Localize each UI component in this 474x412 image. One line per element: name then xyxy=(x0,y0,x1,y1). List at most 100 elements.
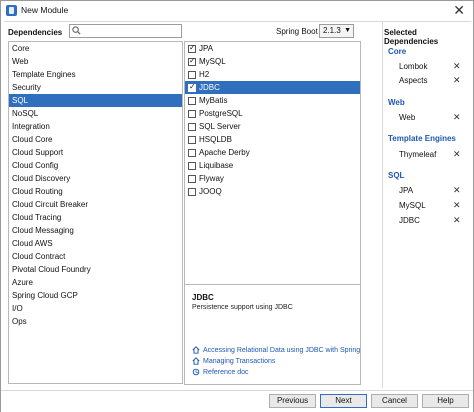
selected-item-aspects: Aspects xyxy=(399,76,428,85)
dependency-label: SQL Server xyxy=(199,122,241,131)
category-item[interactable]: Cloud Routing xyxy=(9,185,182,198)
dependency-checkbox[interactable] xyxy=(188,96,196,105)
dependency-label: H2 xyxy=(199,70,210,79)
category-item[interactable]: Template Engines xyxy=(9,68,182,81)
spring-boot-version-select[interactable]: 2.1.3 ▼ xyxy=(319,24,354,38)
dependency-row[interactable]: JDBC xyxy=(185,81,360,94)
remove-lombok-icon[interactable]: ✕ xyxy=(453,61,461,72)
category-item[interactable]: Cloud AWS xyxy=(9,237,182,250)
chevron-down-icon: ▼ xyxy=(344,27,351,34)
dependency-label: JOOQ xyxy=(199,187,222,196)
dependency-label: MySQL xyxy=(199,57,226,66)
category-item[interactable]: Azure xyxy=(9,276,182,289)
remove-mysql-icon[interactable]: ✕ xyxy=(453,200,461,211)
category-item[interactable]: Cloud Config xyxy=(9,159,182,172)
category-item[interactable]: Web xyxy=(9,55,182,68)
selected-item-lombok: Lombok xyxy=(399,62,428,71)
search-icon xyxy=(72,26,81,35)
dependency-checkbox[interactable] xyxy=(188,187,196,196)
category-item[interactable]: Cloud Support xyxy=(9,146,182,159)
dependency-row[interactable]: H2 xyxy=(185,68,360,81)
category-item[interactable]: Cloud Discovery xyxy=(9,172,182,185)
selected-item-jdbc: JDBC xyxy=(399,216,420,225)
category-item[interactable]: SQL xyxy=(9,94,182,107)
group-sql: SQL xyxy=(388,171,405,180)
cancel-button[interactable]: Cancel xyxy=(371,394,418,408)
dependency-row[interactable]: JPA xyxy=(185,42,360,55)
guide-link-jdbc[interactable]: Accessing Relational Data using JDBC wit… xyxy=(192,346,360,354)
dependency-checkbox[interactable] xyxy=(188,70,196,79)
remove-jpa-icon[interactable]: ✕ xyxy=(453,185,461,196)
description-title: JDBC xyxy=(192,293,214,302)
dependency-label: JDBC xyxy=(199,83,220,92)
selected-item-web: Web xyxy=(399,113,416,122)
selected-item-jpa: JPA xyxy=(399,186,414,195)
title-bar: New Module ✕ xyxy=(1,1,473,20)
category-item[interactable]: Integration xyxy=(9,120,182,133)
close-icon[interactable]: ✕ xyxy=(453,2,465,18)
category-item[interactable]: Cloud Contract xyxy=(9,250,182,263)
remove-jdbc-icon[interactable]: ✕ xyxy=(453,215,461,226)
dependency-label: MyBatis xyxy=(199,96,228,105)
dependency-checkbox[interactable] xyxy=(188,122,196,131)
dependency-label: HSQLDB xyxy=(199,135,232,144)
home-icon xyxy=(192,346,200,354)
category-item[interactable]: Cloud Core xyxy=(9,133,182,146)
dependency-row[interactable]: SQL Server xyxy=(185,120,360,133)
dependency-checkbox[interactable] xyxy=(188,109,196,118)
spring-boot-label: Spring Boot xyxy=(276,27,318,36)
category-item[interactable]: I/O xyxy=(9,302,182,315)
dependency-checkbox[interactable] xyxy=(188,174,196,183)
guide-link-transactions[interactable]: Managing Transactions xyxy=(192,357,275,365)
reference-doc-link[interactable]: Reference doc xyxy=(192,368,249,376)
link-label: Reference doc xyxy=(203,368,249,376)
dependency-row[interactable]: Apache Derby xyxy=(185,146,360,159)
dependency-checkbox[interactable] xyxy=(188,148,196,157)
description-text: Persistence support using JDBC xyxy=(192,304,293,311)
new-module-window: New Module ✕ Dependencies Core Web Templat… xyxy=(0,0,474,412)
dependency-row[interactable]: PostgreSQL xyxy=(185,107,360,120)
category-item[interactable]: Pivotal Cloud Foundry xyxy=(9,263,182,276)
dependency-row[interactable]: JOOQ xyxy=(185,185,360,198)
remove-thymeleaf-icon[interactable]: ✕ xyxy=(453,149,461,160)
home-icon xyxy=(192,357,200,365)
category-item[interactable]: Cloud Circuit Breaker xyxy=(9,198,182,211)
remove-aspects-icon[interactable]: ✕ xyxy=(453,75,461,86)
remove-web-icon[interactable]: ✕ xyxy=(453,112,461,123)
help-button[interactable]: Help xyxy=(422,394,469,408)
group-core: Core xyxy=(388,47,407,56)
category-item[interactable]: Spring Cloud GCP xyxy=(9,289,182,302)
app-icon xyxy=(6,5,17,16)
category-item[interactable]: Cloud Tracing xyxy=(9,211,182,224)
dependency-row[interactable]: HSQLDB xyxy=(185,133,360,146)
dependency-row[interactable]: Flyway xyxy=(185,172,360,185)
dependency-label: Flyway xyxy=(199,174,224,183)
dependency-checkbox[interactable] xyxy=(188,43,196,53)
previous-button[interactable]: Previous xyxy=(269,394,316,408)
link-label: Accessing Relational Data using JDBC wit… xyxy=(203,346,361,354)
category-item[interactable]: NoSQL xyxy=(9,107,182,120)
group-template-engines: Template Engines xyxy=(388,134,456,143)
window-title: New Module xyxy=(21,5,69,15)
dependency-row[interactable]: MyBatis xyxy=(185,94,360,107)
dependency-row[interactable]: MySQL xyxy=(185,55,360,68)
category-item[interactable]: Ops xyxy=(9,315,182,328)
selected-item-thymeleaf: Thymeleaf xyxy=(399,150,437,159)
dependency-checkbox[interactable] xyxy=(188,56,196,66)
category-item[interactable]: Core xyxy=(9,42,182,55)
selected-dependencies-title: Selected Dependencies xyxy=(384,28,439,46)
spring-boot-version: 2.1.3 xyxy=(323,26,341,35)
category-item[interactable]: Security xyxy=(9,81,182,94)
next-button[interactable]: Next xyxy=(320,394,367,408)
dependency-row[interactable]: Liquibase xyxy=(185,159,360,172)
category-item[interactable]: Cloud Messaging xyxy=(9,224,182,237)
dependency-checkbox[interactable] xyxy=(188,82,196,92)
dependencies-label: Dependencies xyxy=(8,28,63,37)
group-web: Web xyxy=(388,98,405,107)
link-label: Managing Transactions xyxy=(203,357,276,365)
search-input[interactable] xyxy=(69,24,182,38)
dependency-checkbox[interactable] xyxy=(188,161,196,170)
dependency-checkbox[interactable] xyxy=(188,135,196,144)
selected-item-mysql: MySQL xyxy=(399,201,426,210)
dependency-label: Apache Derby xyxy=(199,148,250,157)
